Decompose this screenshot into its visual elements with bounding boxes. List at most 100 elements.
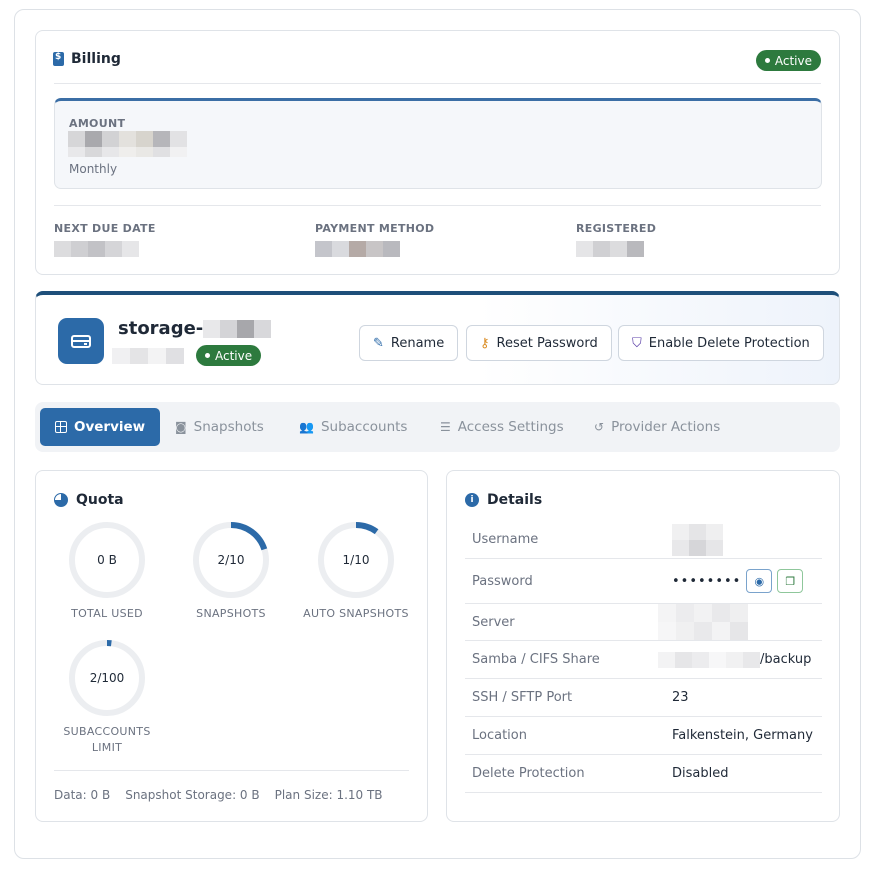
detail-key: Server bbox=[472, 614, 515, 630]
tab-provider-actions-label: Provider Actions bbox=[611, 419, 721, 435]
tab-snapshots[interactable]: ◙ Snapshots bbox=[175, 408, 264, 446]
key-icon: ⚷ bbox=[480, 335, 490, 351]
delete-protection-value: Disabled bbox=[672, 766, 729, 781]
storage-name-text: storage- bbox=[118, 318, 204, 339]
location-value: Falkenstein, Germany bbox=[672, 728, 813, 743]
sliders-icon: ☰ bbox=[440, 420, 451, 434]
amount-box: AMOUNT Monthly bbox=[54, 98, 822, 189]
quota-data-text: Data: 0 B bbox=[54, 788, 111, 802]
next-due-label: NEXT DUE DATE bbox=[54, 222, 156, 235]
quota-footer: Data: 0 B Snapshot Storage: 0 B Plan Siz… bbox=[54, 788, 383, 802]
shield-icon: ⛉ bbox=[632, 335, 642, 351]
gauge-subaccounts-limit: 2/100 SUBACCOUNTS LIMIT bbox=[45, 639, 169, 756]
details-title: i Details bbox=[465, 492, 542, 508]
storage-subtitle: Active bbox=[112, 345, 262, 366]
show-password-button[interactable]: ◉ bbox=[746, 569, 773, 593]
gauge-value: 2/10 bbox=[217, 553, 245, 567]
tab-access-settings[interactable]: ☰ Access Settings bbox=[440, 408, 564, 446]
quota-title-text: Quota bbox=[76, 492, 124, 508]
amount-label: AMOUNT bbox=[69, 117, 126, 130]
pie-chart-icon bbox=[54, 493, 68, 507]
tab-subaccounts-label: Subaccounts bbox=[320, 419, 408, 435]
invoice-icon bbox=[53, 52, 64, 66]
gauge-value: 2/100 bbox=[89, 671, 125, 685]
detail-row-password: Password •••••••• ◉ ❐ bbox=[465, 559, 822, 604]
registered-value-redacted bbox=[576, 241, 656, 257]
gauge-total-used: 0 B TOTAL USED bbox=[45, 521, 169, 622]
tab-overview[interactable]: Overview bbox=[40, 408, 161, 446]
grid-icon bbox=[55, 421, 67, 433]
users-icon: 👥 bbox=[299, 420, 314, 434]
payment-method-label: PAYMENT METHOD bbox=[315, 222, 435, 235]
billing-status-badge: Active bbox=[755, 50, 821, 71]
detail-key: Delete Protection bbox=[472, 766, 585, 781]
gauge-snapshots: 2/10 SNAPSHOTS bbox=[169, 521, 293, 622]
copy-icon: ❐ bbox=[785, 574, 796, 588]
storage-id-redacted bbox=[112, 347, 184, 364]
gauge-label: AUTO SNAPSHOTS bbox=[303, 607, 409, 620]
detail-row-server: Server bbox=[465, 604, 822, 641]
storage-name: storage- bbox=[118, 318, 272, 339]
quota-card: Quota 0 B TOTAL USED 2/10 SNAPSHOTS 1/10… bbox=[35, 470, 428, 822]
enable-delete-protection-button[interactable]: ⛉ Enable Delete Protection bbox=[618, 325, 824, 361]
payment-method: PAYMENT METHOD bbox=[315, 222, 434, 257]
detail-row-location: Location Falkenstein, Germany bbox=[465, 717, 822, 755]
quota-title: Quota bbox=[54, 492, 124, 508]
storage-status-text: Active bbox=[215, 348, 253, 363]
eye-icon: ◉ bbox=[754, 574, 765, 588]
samba-host-redacted bbox=[658, 651, 760, 668]
username-value-redacted bbox=[672, 523, 723, 556]
delete-protection-label: Enable Delete Protection bbox=[648, 335, 810, 351]
billing-status-text: Active bbox=[774, 53, 812, 68]
tab-subaccounts[interactable]: 👥 Subaccounts bbox=[299, 408, 407, 446]
detail-key: Samba / CIFS Share bbox=[472, 652, 600, 667]
registered-date: REGISTERED bbox=[576, 222, 656, 257]
password-masked: •••••••• bbox=[672, 573, 742, 589]
rename-label: Rename bbox=[390, 335, 445, 351]
billing-title-text: Billing bbox=[71, 51, 121, 67]
billing-title: Billing bbox=[53, 51, 121, 67]
copy-password-button[interactable]: ❐ bbox=[777, 569, 804, 593]
gauge-auto-snapshots: 1/10 AUTO SNAPSHOTS bbox=[294, 521, 418, 622]
tab-access-settings-label: Access Settings bbox=[457, 419, 564, 435]
registered-label: REGISTERED bbox=[576, 222, 657, 235]
detail-key: Username bbox=[472, 532, 539, 547]
password-value: •••••••• ◉ ❐ bbox=[672, 569, 804, 593]
gauge-value: 1/10 bbox=[342, 553, 370, 567]
info-icon: i bbox=[465, 493, 479, 507]
quota-snapshot-storage-text: Snapshot Storage: 0 B bbox=[125, 788, 260, 802]
next-due-value-redacted bbox=[54, 241, 156, 257]
quota-plan-size-text: Plan Size: 1.10 TB bbox=[274, 788, 383, 802]
storage-header-card: storage- Active ✎ Rename ⚷ Reset Passwor… bbox=[35, 291, 840, 385]
detail-row-username: Username bbox=[465, 521, 822, 559]
detail-row-samba: Samba / CIFS Share /backup bbox=[465, 641, 822, 679]
divider bbox=[54, 83, 821, 84]
status-dot-icon bbox=[205, 353, 210, 358]
billing-card: Billing Active AMOUNT Monthly NEXT DUE D… bbox=[35, 30, 840, 275]
server-value-redacted bbox=[658, 604, 748, 640]
details-title-text: Details bbox=[487, 492, 543, 508]
tab-provider-actions[interactable]: ↺ Provider Actions bbox=[594, 408, 720, 446]
camera-icon: ◙ bbox=[175, 420, 187, 434]
detail-row-delete-protection: Delete Protection Disabled bbox=[465, 755, 822, 793]
reset-password-button[interactable]: ⚷ Reset Password bbox=[466, 325, 612, 361]
divider bbox=[54, 205, 821, 206]
gauge-label: SUBACCOUNTS LIMIT bbox=[63, 725, 151, 754]
storage-status-badge: Active bbox=[196, 345, 262, 366]
gauge-label: SNAPSHOTS bbox=[196, 607, 266, 620]
storage-name-redacted bbox=[203, 319, 272, 338]
history-icon: ↺ bbox=[594, 420, 605, 434]
tab-snapshots-label: Snapshots bbox=[193, 419, 264, 435]
samba-path: /backup bbox=[760, 652, 812, 667]
pencil-icon: ✎ bbox=[373, 335, 384, 351]
amount-value-redacted bbox=[68, 131, 187, 157]
rename-button[interactable]: ✎ Rename bbox=[359, 325, 459, 361]
divider bbox=[54, 770, 409, 771]
detail-key: SSH / SFTP Port bbox=[472, 690, 573, 705]
tab-overview-label: Overview bbox=[74, 419, 146, 435]
ssh-port-value: 23 bbox=[672, 690, 689, 705]
gauge-value: 0 B bbox=[97, 553, 117, 567]
payment-method-value-redacted bbox=[315, 241, 434, 257]
status-dot-icon bbox=[764, 58, 770, 63]
storage-drive-icon bbox=[58, 318, 104, 364]
